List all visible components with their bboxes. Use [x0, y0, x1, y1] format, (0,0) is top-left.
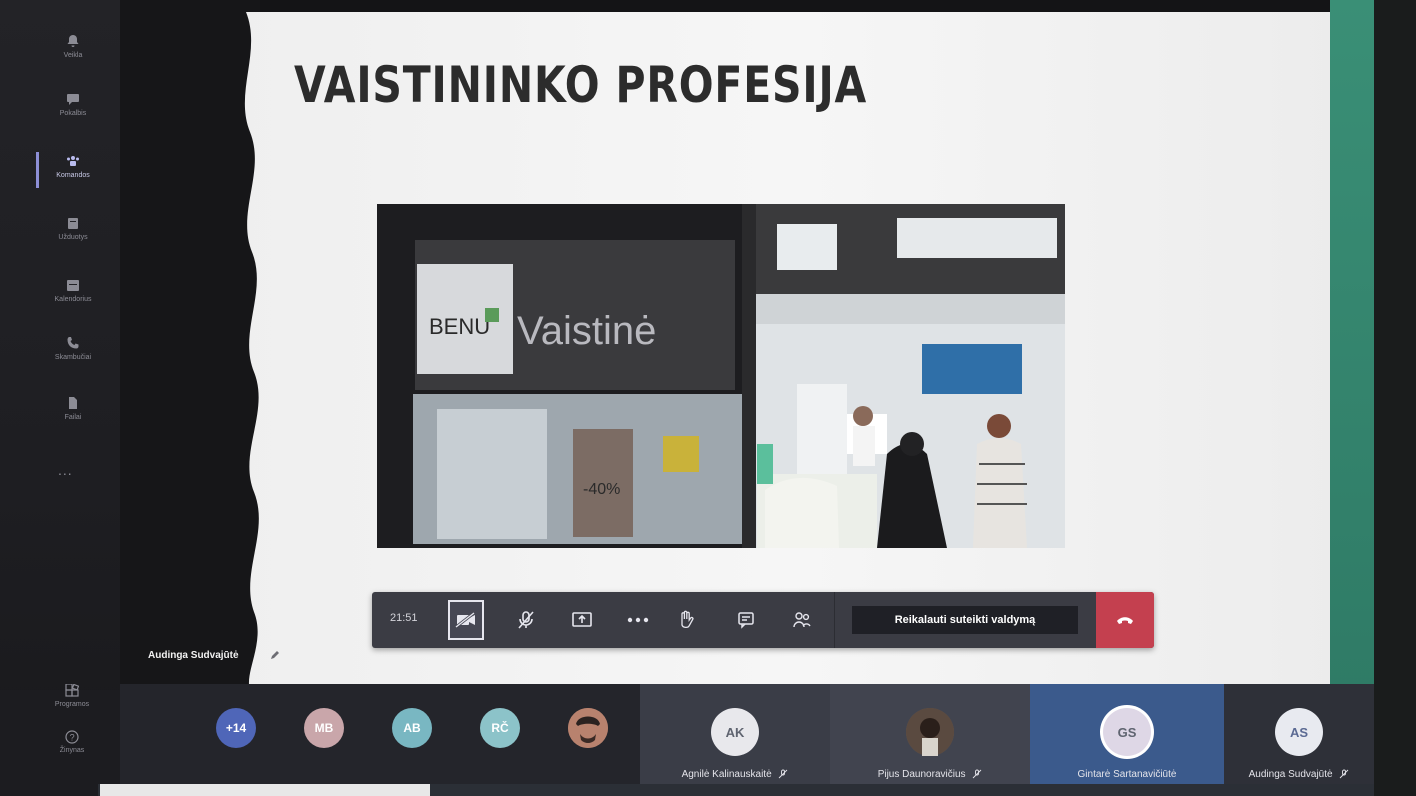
- rail-label: Žinynas: [59, 747, 85, 754]
- rail-item-apps[interactable]: Programos: [52, 684, 92, 708]
- rail-label: Komandos: [56, 172, 90, 179]
- chat-icon: [738, 612, 754, 629]
- person-photo-icon: [906, 708, 954, 756]
- pharmacy-photo: BENU Vaistinė -40%: [377, 204, 1065, 548]
- hang-up-icon: [1117, 617, 1133, 624]
- phone-icon: [67, 337, 79, 349]
- rail-label: Užduotys: [58, 234, 88, 241]
- avatar-photo[interactable]: [568, 708, 608, 748]
- slide-title: VAISTININKO PROFESIJA: [294, 56, 868, 114]
- participants-strip: +14 MB AB RČ AK Agnilė Kalinauskaitė Pij…: [120, 684, 1374, 790]
- avatar: AS: [1275, 708, 1323, 756]
- participant-name-row: Audinga Sudvajūtė: [1224, 769, 1374, 780]
- avatar[interactable]: RČ: [480, 708, 520, 748]
- raise-hand-icon: [681, 610, 694, 629]
- files-icon: [69, 397, 77, 409]
- avatar-photo: [906, 708, 954, 756]
- calendar-icon: [67, 280, 79, 291]
- monitor-bezel: [1374, 0, 1416, 796]
- participant-name-row: Agnilė Kalinauskaitė: [640, 769, 830, 780]
- taskbar-search-box[interactable]: [100, 784, 430, 796]
- rail-item-help[interactable]: ? Žinynas: [52, 730, 92, 754]
- meeting-control-bar: 21:51 Reikalauti suteikti valdymą: [372, 592, 1154, 648]
- microphone-off-icon: [518, 611, 534, 629]
- participants-button[interactable]: [784, 600, 820, 640]
- teams-icon: [67, 156, 79, 166]
- presenter-name: Audinga Sudvajūtė: [148, 650, 239, 661]
- rail-label: Pokalbis: [59, 110, 87, 117]
- participant-name-row: Pijus Daunoravičius: [830, 769, 1030, 780]
- more-icon: [627, 617, 649, 623]
- hang-up-button[interactable]: [1096, 592, 1154, 648]
- avatar[interactable]: MB: [304, 708, 344, 748]
- share-screen-button[interactable]: [564, 600, 600, 640]
- microphone-toggle-button[interactable]: [508, 600, 544, 640]
- camera-off-icon: [455, 612, 475, 628]
- participant-tile[interactable]: AS Audinga Sudvajūtė: [1224, 684, 1374, 790]
- rail-item-calls[interactable]: Skambučiai: [40, 336, 106, 361]
- meeting-duration: 21:51: [390, 612, 418, 624]
- rail-item-files[interactable]: Failai: [40, 396, 106, 421]
- participant-tile[interactable]: Pijus Daunoravičius: [830, 684, 1030, 790]
- slide-wave-decoration: [232, 12, 259, 690]
- rail-item-assignments[interactable]: Užduotys: [40, 216, 106, 241]
- shared-slide: VAISTININKO PROFESIJA BENU Vaistinė -40%: [232, 12, 1352, 690]
- rail-label: Veikla: [63, 52, 83, 59]
- participant-name: Pijus Daunoravičius: [877, 769, 966, 780]
- overflow-count-avatar[interactable]: +14: [216, 708, 256, 748]
- participant-tile[interactable]: AK Agnilė Kalinauskaitė: [640, 684, 830, 790]
- request-control-button[interactable]: Reikalauti suteikti valdymą: [852, 606, 1078, 634]
- app-rail: Veikla Pokalbis Komandos Užduotys Kalend…: [0, 0, 120, 796]
- mic-muted-icon: [1340, 769, 1349, 779]
- rail-item-activity[interactable]: Veikla: [40, 34, 106, 59]
- camera-toggle-button[interactable]: [448, 600, 484, 640]
- more-apps-button[interactable]: ...: [58, 462, 73, 478]
- raise-hand-button[interactable]: [668, 600, 704, 640]
- rail-bottom: Programos ? Žinynas: [0, 684, 120, 796]
- participants-icon: [793, 612, 811, 628]
- rail-item-calendar[interactable]: Kalendorius: [40, 278, 106, 303]
- avatar[interactable]: AB: [392, 708, 432, 748]
- vaistine-sign-text: Vaistinė: [517, 309, 656, 353]
- help-icon: ?: [65, 730, 79, 744]
- mic-muted-icon: [972, 769, 982, 779]
- rail-item-teams[interactable]: Komandos: [36, 152, 106, 188]
- participant-name: Gintarė Sartanavičiūtė: [1077, 769, 1177, 780]
- chat-button[interactable]: [728, 600, 764, 640]
- control-bar-divider: [834, 592, 835, 648]
- share-screen-icon: [572, 612, 592, 627]
- svg-text:?: ?: [70, 733, 75, 743]
- more-actions-button[interactable]: [620, 600, 656, 640]
- rail-label: Programos: [54, 701, 90, 708]
- chat-icon: [67, 94, 79, 105]
- rail-label: Kalendorius: [54, 296, 92, 303]
- price-sign-text: -40%: [583, 481, 620, 498]
- pen-icon: [271, 651, 279, 659]
- rail-label: Skambučiai: [54, 354, 92, 361]
- mic-muted-icon: [779, 769, 788, 779]
- person-photo-icon: [568, 708, 608, 748]
- participant-tile-active[interactable]: GS Gintarė Sartanavičiūtė: [1030, 684, 1224, 790]
- rail-label: Failai: [64, 414, 82, 421]
- bell-icon: [67, 35, 79, 47]
- desktop-green-edge: [1330, 0, 1374, 690]
- apps-icon: [65, 684, 79, 697]
- assignments-icon: [68, 218, 78, 229]
- avatar: GS: [1103, 708, 1151, 756]
- participant-name: Agnilė Kalinauskaitė: [681, 769, 772, 780]
- avatar: AK: [711, 708, 759, 756]
- participant-name-row: Gintarė Sartanavičiūtė: [1030, 769, 1224, 780]
- rail-item-chat[interactable]: Pokalbis: [40, 92, 106, 117]
- benu-logo-text: BENU: [429, 314, 490, 339]
- participant-name: Audinga Sudvajūtė: [1248, 769, 1333, 780]
